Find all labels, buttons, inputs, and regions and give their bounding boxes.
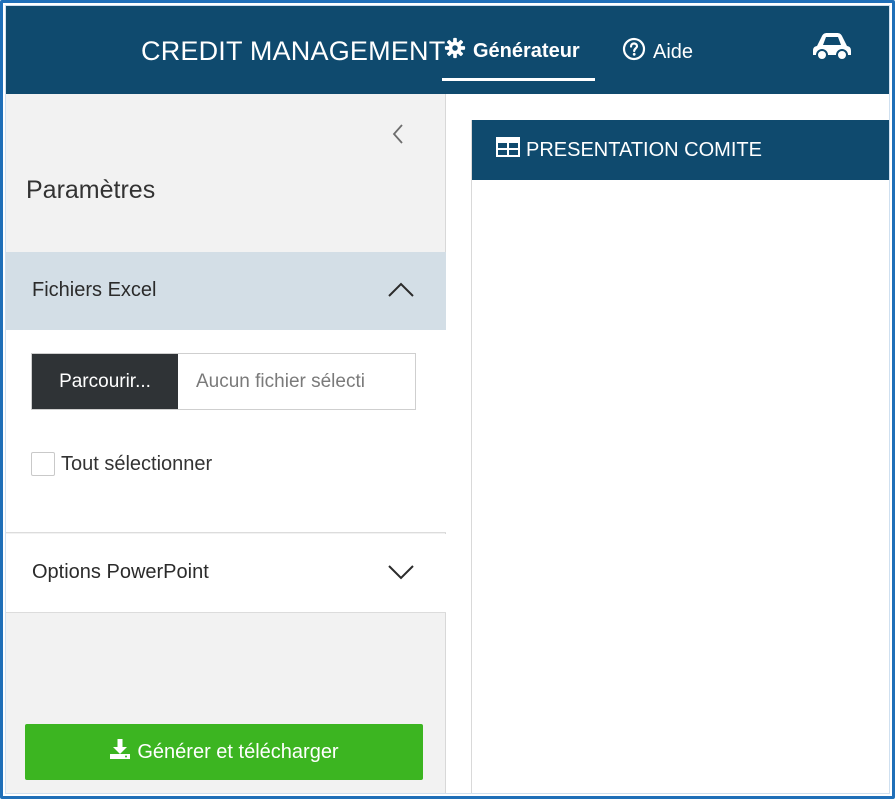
panel-header: PRESENTATION COMITE [472,120,889,180]
nav-generateur[interactable]: Générateur [444,37,580,65]
sidebar-title: Paramètres [26,176,156,204]
chevron-up-icon [386,280,416,300]
presentation-panel: PRESENTATION COMITE [471,120,889,793]
generate-download-button[interactable]: Générer et télécharger [25,724,423,780]
question-circle-icon [622,37,646,67]
gear-icon [444,37,466,65]
accordion-body-excel: Parcourir... Aucun fichier sélecti Tout … [6,330,446,533]
car-icon[interactable] [811,31,853,61]
nav-aide-label: Aide [653,40,694,63]
app-title: CREDIT MANAGEMENT [141,36,446,66]
file-input[interactable]: Parcourir... Aucun fichier sélecti [31,353,416,410]
download-icon [109,738,131,766]
main-content: PRESENTATION COMITE [447,94,889,793]
top-navbar: CREDIT MANAGEMENT Générateur Aide [6,6,889,94]
nav-generateur-label: Générateur [473,39,580,62]
select-all-option[interactable]: Tout sélectionner [31,452,212,476]
app-frame: CREDIT MANAGEMENT Générateur Aide Paramè… [0,0,895,799]
accordion-header-powerpoint[interactable]: Options PowerPoint [6,534,446,613]
panel-title: PRESENTATION COMITE [526,138,762,161]
sidebar: Paramètres Fichiers Excel Parcourir... A… [6,94,446,793]
accordion-title-powerpoint: Options PowerPoint [32,561,209,583]
nav-aide[interactable]: Aide [622,37,693,67]
table-icon [496,137,520,163]
generate-download-label: Générer et télécharger [137,740,339,763]
select-all-label: Tout sélectionner [61,452,213,475]
file-name-placeholder[interactable]: Aucun fichier sélecti [178,354,415,409]
chevron-left-icon[interactable] [390,122,406,146]
accordion-title-excel: Fichiers Excel [32,279,157,301]
active-tab-indicator [442,78,595,81]
browse-button[interactable]: Parcourir... [32,354,178,409]
select-all-checkbox[interactable] [31,452,55,476]
accordion-header-excel[interactable]: Fichiers Excel [6,252,446,330]
chevron-down-icon [386,562,416,582]
app-window: CREDIT MANAGEMENT Générateur Aide Paramè… [5,5,890,794]
